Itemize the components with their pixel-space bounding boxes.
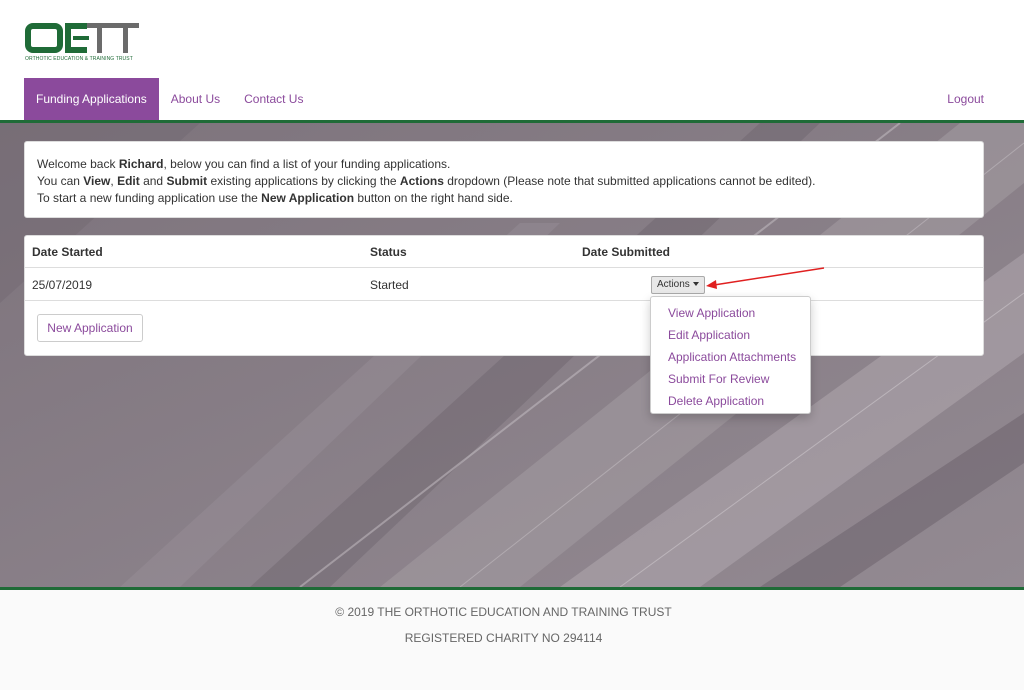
nav-about-us[interactable]: About Us [159, 78, 232, 120]
menu-item-application-attachments[interactable]: Application Attachments [651, 346, 810, 368]
cell-date-started: 25/07/2019 [32, 278, 93, 292]
welcome-text: existing applications by clicking the [207, 174, 400, 188]
menu-item-delete-application[interactable]: Delete Application [651, 390, 810, 412]
emphasis-actions: Actions [399, 174, 444, 188]
new-application-button[interactable]: New Application [37, 314, 143, 342]
footer-charity-number: REGISTERED CHARITY NO 294114 [404, 631, 603, 645]
welcome-text: and [139, 174, 167, 188]
table-header: Date Started Status Date Submitted [25, 236, 983, 268]
header-date-submitted: Date Submitted [582, 245, 671, 259]
actions-label: Actions [657, 279, 690, 290]
emphasis-submit: Submit [166, 174, 208, 188]
nav-funding-applications[interactable]: Funding Applications [24, 78, 159, 120]
applications-table: Date Started Status Date Submitted 25/07… [24, 235, 984, 356]
caret-down-icon [692, 282, 699, 287]
actions-dropdown-button[interactable]: Actions [651, 276, 705, 294]
emphasis-new-application: New Application [261, 191, 355, 205]
logout-link[interactable]: Logout [947, 78, 984, 120]
user-name: Richard [118, 157, 164, 171]
cell-status: Started [370, 278, 409, 292]
header-date-started: Date Started [32, 245, 103, 259]
welcome-text: To start a new funding application use t… [37, 191, 262, 205]
emphasis-view: View [83, 174, 111, 188]
welcome-line-3: To start a new funding application use t… [37, 190, 971, 207]
menu-item-submit-for-review[interactable]: Submit For Review [651, 368, 810, 390]
logo-mark [25, 20, 145, 56]
emphasis-edit: Edit [117, 174, 140, 188]
site-footer: © 2019 THE ORTHOTIC EDUCATION AND TRAINI… [0, 590, 1024, 690]
actions-menu: View Application Edit Application Applic… [650, 296, 811, 414]
welcome-text: dropdown (Please note that submitted app… [443, 174, 816, 188]
welcome-panel: Welcome back Richard, below you can find… [24, 141, 984, 218]
menu-item-view-application[interactable]: View Application [651, 302, 810, 324]
welcome-line-1: Welcome back Richard, below you can find… [37, 156, 971, 173]
table-row: 25/07/2019 Started Actions [25, 268, 983, 301]
oett-logo[interactable]: ORTHOTIC EDUCATION & TRAINING TRUST [25, 20, 145, 62]
header-status: Status [370, 245, 407, 259]
nav-contact-us[interactable]: Contact Us [232, 78, 315, 120]
welcome-line-2: You can View, Edit and Submit existing a… [37, 173, 971, 190]
menu-item-edit-application[interactable]: Edit Application [651, 324, 810, 346]
welcome-text: button on the right hand side. [354, 191, 513, 205]
site-header: ORTHOTIC EDUCATION & TRAINING TRUST Fund… [0, 0, 1024, 123]
welcome-text: Welcome back [37, 157, 119, 171]
welcome-text: You can [37, 174, 84, 188]
welcome-text: , below you can find a list of your fund… [163, 157, 451, 171]
main-nav: Funding Applications About Us Contact Us [24, 78, 315, 120]
logo-tagline: ORTHOTIC EDUCATION & TRAINING TRUST [25, 56, 133, 62]
footer-copyright: © 2019 THE ORTHOTIC EDUCATION AND TRAINI… [335, 605, 672, 619]
annotation-arrow-icon [706, 267, 825, 289]
